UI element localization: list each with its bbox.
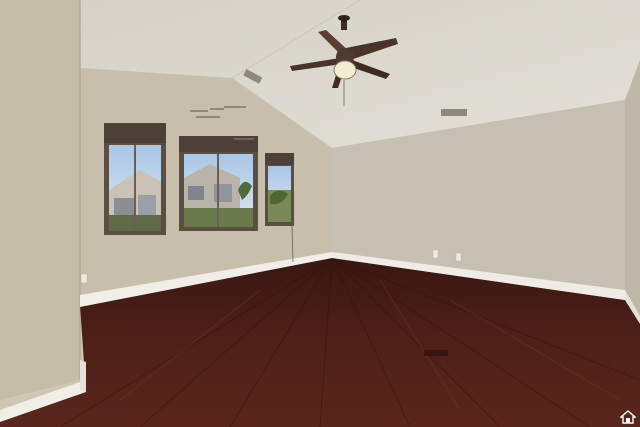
room-photo xyxy=(0,0,640,427)
wall-outlet-back xyxy=(432,249,439,259)
window-right xyxy=(265,153,294,226)
wall-outlet-left xyxy=(80,273,88,284)
window-left xyxy=(104,123,166,235)
window-middle xyxy=(179,136,258,231)
room-scene xyxy=(0,0,640,427)
right-wall xyxy=(625,60,640,318)
home-icon xyxy=(620,410,636,424)
ceiling-vent-back xyxy=(441,109,467,116)
foreground-pillar xyxy=(0,0,80,400)
floor-vent xyxy=(424,350,448,356)
